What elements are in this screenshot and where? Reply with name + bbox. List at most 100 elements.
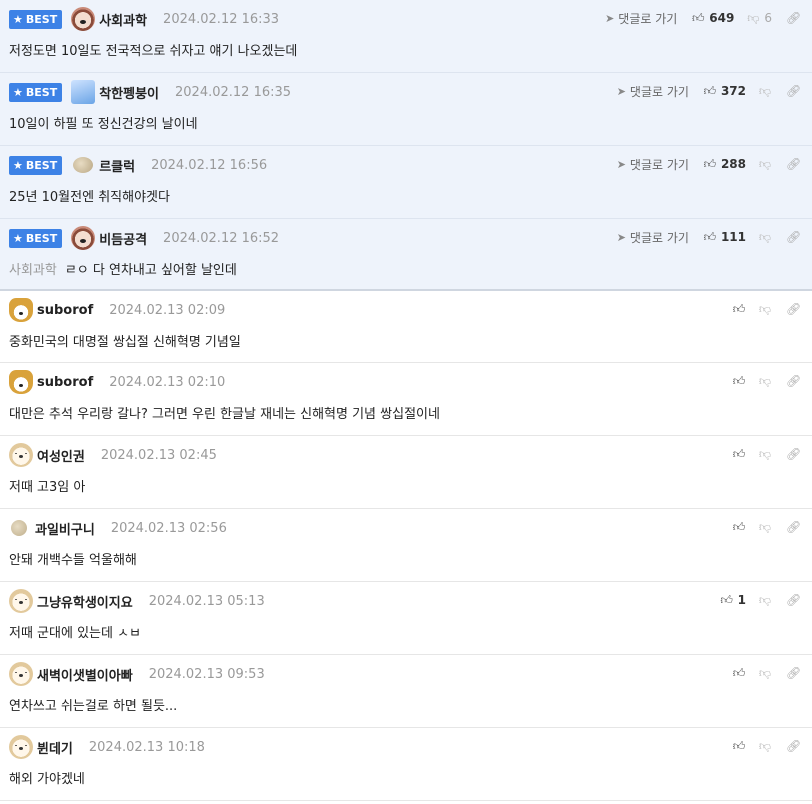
comment-list: ★ BEST 사회과학 2024.02.12 16:33 ➤ 댓글로 가기 👍︎ 64… — [0, 0, 812, 801]
link-icon[interactable]: 🔗︎ — [786, 739, 801, 753]
thumbs-up-icon: 👍︎ — [703, 230, 717, 244]
dislike-button[interactable]: 👎︎ — [758, 447, 772, 461]
link-icon[interactable]: 🔗︎ — [786, 302, 801, 316]
dog-avatar[interactable] — [71, 7, 96, 31]
best-comment: ★ BEST 르클럭 2024.02.12 16:56 ➤ 댓글로 가기 👍︎ 288… — [0, 146, 812, 219]
comment-text: 연차쓰고 쉬는걸로 하면 될듯... — [9, 699, 178, 714]
link-icon[interactable]: 🔗︎ — [786, 230, 801, 244]
goto-comment-link[interactable]: ➤ 댓글로 가기 — [617, 83, 689, 100]
like-button[interactable]: 👍︎ — [732, 739, 746, 753]
thumbs-up-icon: 👍︎ — [732, 739, 746, 753]
best-comment: ★ BEST 착한펭붕이 2024.02.12 16:35 ➤ 댓글로 가기 👍︎ 3… — [0, 73, 812, 146]
fox-avatar[interactable] — [9, 370, 33, 394]
comment: 뷘데기 2024.02.13 10:18 👍︎ 👎︎ 🔗︎ 해외 가야겠네 — [0, 728, 812, 801]
link-icon[interactable]: 🔗︎ — [786, 520, 801, 534]
nickname[interactable]: 비듬공격 — [99, 229, 147, 248]
dislike-button[interactable]: 👎︎ — [758, 302, 772, 316]
timestamp: 2024.02.13 02:09 — [109, 302, 226, 318]
like-button[interactable]: 👍︎ 372 — [703, 84, 746, 98]
dislike-button[interactable]: 👎︎ 6 — [746, 11, 772, 25]
puppy-avatar[interactable] — [9, 735, 33, 759]
dislike-button[interactable]: 👎︎ — [758, 157, 772, 171]
like-button[interactable]: 👍︎ 288 — [703, 157, 746, 171]
best-badge: ★ BEST — [9, 155, 63, 175]
comment-text: 25년 10월전엔 취직해야겟다 — [9, 186, 170, 205]
comment-body: 저정도면 10일도 전국적으로 쉬자고 얘기 나오겠는데 — [9, 44, 298, 59]
nickname[interactable]: 여성인권 — [37, 446, 85, 465]
blue-avatar[interactable] — [71, 80, 96, 104]
like-button[interactable]: 👍︎ — [732, 666, 746, 680]
like-button[interactable]: 👍︎ — [732, 374, 746, 388]
nickname[interactable]: 사회과학 — [99, 10, 147, 29]
comment: 그냥유학생이지요 2024.02.13 05:13 👍︎ 1 👎︎ 🔗︎ 저때 군… — [0, 582, 812, 655]
stone-avatar[interactable] — [73, 157, 94, 173]
like-button[interactable]: 👍︎ — [732, 520, 746, 534]
link-icon[interactable]: 🔗︎ — [786, 447, 801, 461]
comment-text: 대만은 추석 우리랑 갈나? 그러면 우린 한글날 재네는 신해혁명 기념 쌍십… — [9, 407, 440, 422]
comment-actions: ➤ 댓글로 가기 👍︎ 649 👎︎ 6 🔗︎ — [605, 9, 801, 27]
comment-actions: 👍︎ 👎︎ 🔗︎ — [732, 737, 802, 755]
mention-nickname[interactable]: 사회과학 — [9, 263, 57, 278]
dislike-button[interactable]: 👎︎ — [758, 593, 772, 607]
nickname[interactable]: suborof — [37, 303, 93, 318]
goto-comment-link[interactable]: ➤ 댓글로 가기 — [605, 10, 677, 27]
dislike-button[interactable]: 👎︎ — [758, 374, 772, 388]
puppy-avatar[interactable] — [9, 662, 33, 686]
thumbs-down-icon: 👎︎ — [758, 666, 772, 680]
nickname[interactable]: 뷘데기 — [37, 738, 73, 757]
goto-comment-link[interactable]: ➤ 댓글로 가기 — [617, 156, 689, 173]
comment-actions: 👍︎ 👎︎ 🔗︎ — [732, 518, 802, 536]
link-icon[interactable]: 🔗︎ — [786, 666, 801, 680]
dislike-button[interactable]: 👎︎ — [758, 666, 772, 680]
like-button[interactable]: 👍︎ 1 — [720, 593, 746, 607]
like-button[interactable]: 👍︎ — [732, 447, 746, 461]
fox-avatar[interactable] — [9, 298, 33, 322]
puppy-avatar[interactable] — [9, 443, 33, 467]
nickname[interactable]: 새벽이샛별이아빠 — [37, 665, 133, 684]
dislike-button[interactable]: 👎︎ — [758, 520, 772, 534]
link-icon[interactable]: 🔗︎ — [786, 374, 801, 388]
comment-actions: 👍︎ 👎︎ 🔗︎ — [732, 300, 802, 318]
like-button[interactable]: 👍︎ — [732, 302, 746, 316]
dislike-count: 6 — [764, 11, 772, 25]
nickname[interactable]: suborof — [37, 375, 93, 390]
dot-avatar[interactable] — [11, 520, 27, 536]
comment-header: 그냥유학생이지요 2024.02.13 05:13 — [9, 589, 265, 613]
comment-body: 25년 10월전엔 취직해야겟다 — [9, 190, 170, 205]
thumbs-down-icon: 👎︎ — [758, 230, 772, 244]
link-icon[interactable]: 🔗︎ — [786, 11, 801, 25]
comment-text: 중화민국의 대명절 쌍십절 신해혁명 기념일 — [9, 335, 241, 350]
timestamp: 2024.02.12 16:35 — [175, 84, 292, 100]
timestamp: 2024.02.13 10:18 — [88, 739, 205, 755]
nickname[interactable]: 그냥유학생이지요 — [37, 592, 133, 611]
goto-comment-link[interactable]: ➤ 댓글로 가기 — [617, 229, 689, 246]
nickname[interactable]: 착한펭붕이 — [99, 83, 159, 102]
like-button[interactable]: 👍︎ 649 — [691, 11, 734, 25]
comment-header: suborof 2024.02.13 02:09 — [9, 298, 225, 322]
dislike-button[interactable]: 👎︎ — [758, 230, 772, 244]
timestamp: 2024.02.13 02:10 — [109, 374, 226, 390]
dog-avatar[interactable] — [71, 226, 96, 250]
link-icon[interactable]: 🔗︎ — [786, 593, 801, 607]
thumbs-down-icon: 👎︎ — [758, 374, 772, 388]
goto-label: 댓글로 가기 — [629, 84, 689, 99]
nickname[interactable]: 르클럭 — [99, 156, 135, 175]
send-arrow-icon: ➤ — [616, 157, 626, 171]
best-badge: ★ BEST — [9, 228, 63, 248]
link-icon[interactable]: 🔗︎ — [786, 157, 801, 171]
thumbs-up-icon: 👍︎ — [732, 666, 746, 680]
nickname[interactable]: 과일비구니 — [35, 519, 95, 538]
puppy-avatar[interactable] — [9, 589, 33, 613]
best-comment: ★ BEST 사회과학 2024.02.12 16:33 ➤ 댓글로 가기 👍︎ 64… — [0, 0, 812, 73]
like-button[interactable]: 👍︎ 111 — [703, 230, 746, 244]
thumbs-up-icon: 👍︎ — [692, 11, 705, 25]
like-count: 649 — [709, 11, 735, 25]
star-icon: ★ — [13, 158, 23, 172]
thumbs-up-icon: 👍︎ — [732, 302, 746, 316]
thumbs-up-icon: 👍︎ — [703, 84, 717, 98]
dislike-button[interactable]: 👎︎ — [758, 84, 772, 98]
link-icon[interactable]: 🔗︎ — [786, 84, 801, 98]
comment-actions: 👍︎ 👎︎ 🔗︎ — [732, 445, 802, 463]
dislike-button[interactable]: 👎︎ — [758, 739, 772, 753]
like-count: 1 — [737, 593, 746, 607]
